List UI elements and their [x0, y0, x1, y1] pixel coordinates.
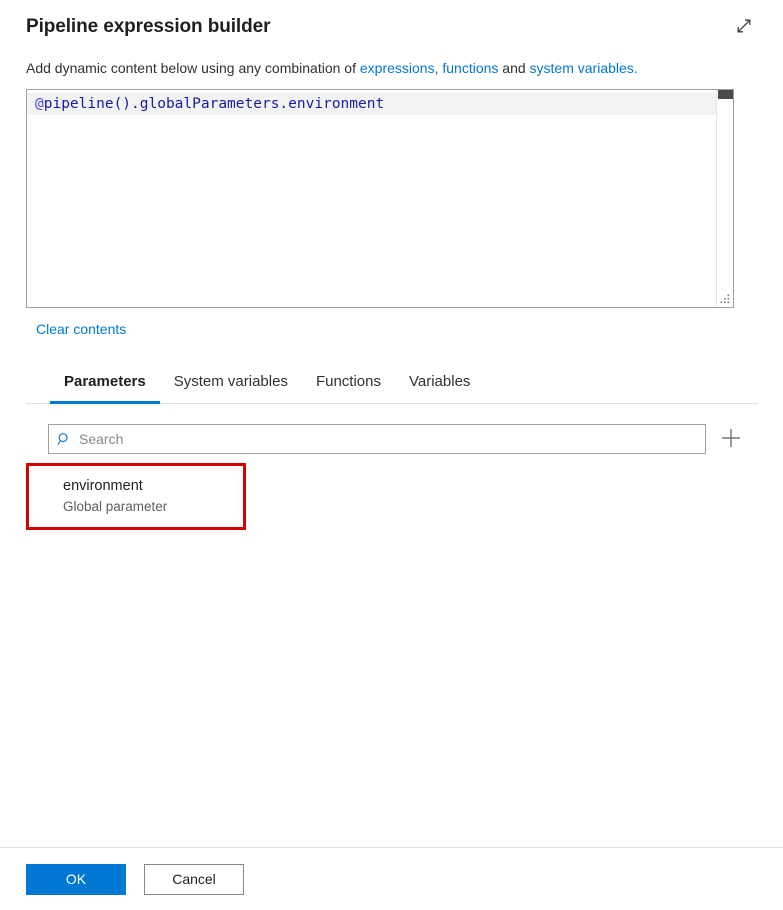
- expression-editor[interactable]: @pipeline().globalParameters.environment: [26, 89, 734, 308]
- expression-editor-surface[interactable]: @pipeline().globalParameters.environment: [27, 90, 716, 307]
- clear-contents-link[interactable]: Clear contents: [36, 321, 126, 337]
- expand-dialog-button[interactable]: [729, 12, 759, 42]
- tab-variables[interactable]: Variables: [395, 372, 484, 403]
- expression-text: @pipeline().globalParameters.environment: [35, 95, 384, 114]
- dialog-header: Pipeline expression builder: [0, 0, 783, 42]
- editor-vertical-scrollbar[interactable]: [716, 90, 733, 307]
- link-system-variables[interactable]: system variables.: [530, 60, 638, 76]
- tab-bar: Parameters System variables Functions Va…: [26, 372, 758, 404]
- expression-at-symbol: @: [35, 96, 44, 112]
- expand-diagonal-icon: [734, 16, 754, 39]
- page-title: Pipeline expression builder: [26, 16, 271, 37]
- instruction-text: Add dynamic content below using any comb…: [26, 58, 783, 78]
- dialog-footer: OK Cancel: [0, 847, 783, 910]
- parameter-name: environment: [63, 478, 143, 494]
- parameter-list: environment Global parameter: [26, 463, 783, 530]
- plus-icon: [720, 427, 742, 452]
- editor-scrollbar-thumb[interactable]: [718, 90, 733, 99]
- instruction-middle: and: [498, 60, 530, 76]
- tab-functions[interactable]: Functions: [302, 372, 395, 403]
- parameter-description: Global parameter: [63, 499, 168, 514]
- cancel-button[interactable]: Cancel: [144, 863, 244, 895]
- link-expressions-functions[interactable]: expressions, functions: [360, 60, 499, 76]
- search-row: [48, 424, 783, 454]
- expression-body: pipeline().globalParameters.environment: [43, 96, 385, 112]
- tab-system-variables[interactable]: System variables: [160, 372, 302, 403]
- ok-button[interactable]: OK: [26, 863, 126, 895]
- list-item[interactable]: environment Global parameter: [26, 463, 246, 530]
- search-box[interactable]: [48, 424, 706, 454]
- search-icon: [49, 432, 79, 447]
- add-parameter-button[interactable]: [716, 424, 746, 454]
- tab-parameters[interactable]: Parameters: [50, 372, 160, 404]
- instruction-prefix: Add dynamic content below using any comb…: [26, 60, 360, 76]
- search-input[interactable]: [79, 431, 705, 447]
- resize-grip-icon[interactable]: [718, 293, 731, 306]
